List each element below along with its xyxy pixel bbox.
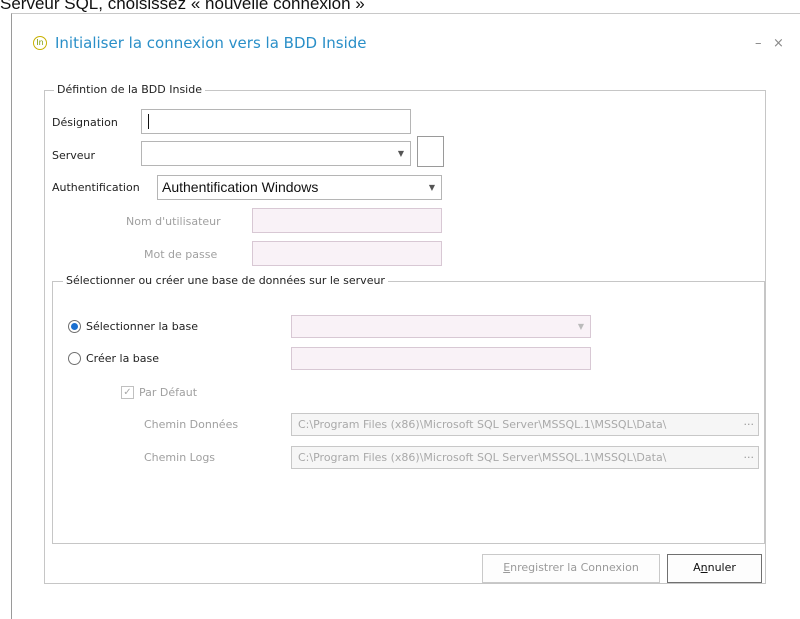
password-input[interactable] bbox=[252, 241, 442, 266]
user-label: Nom d'utilisateur bbox=[126, 215, 221, 228]
browse-logs-button[interactable]: ··· bbox=[744, 451, 755, 464]
auth-select[interactable]: Authentification Windows ▼ bbox=[157, 175, 442, 200]
cancel-label-end: nuler bbox=[707, 561, 736, 574]
minimize-button[interactable]: – bbox=[755, 36, 762, 51]
logs-path-value: C:\Program Files (x86)\Microsoft SQL Ser… bbox=[298, 451, 667, 464]
window-title: Initialiser la connexion vers la BDD Ins… bbox=[55, 34, 367, 52]
serveur-extra-button[interactable] bbox=[417, 136, 444, 167]
browse-data-button[interactable]: ··· bbox=[744, 418, 755, 431]
designation-input[interactable] bbox=[141, 109, 411, 134]
save-connection-button[interactable]: Enregistrer la Connexion bbox=[482, 554, 660, 583]
default-checkbox[interactable]: ✓ bbox=[121, 386, 134, 399]
auth-label: Authentification bbox=[52, 181, 140, 194]
text-caret bbox=[148, 114, 149, 129]
logs-path-label: Chemin Logs bbox=[144, 451, 216, 464]
select-base-label[interactable]: Sélectionner la base bbox=[86, 320, 198, 333]
default-label: Par Défaut bbox=[139, 386, 198, 399]
logs-path-input[interactable]: C:\Program Files (x86)\Microsoft SQL Ser… bbox=[291, 446, 759, 469]
select-base-dropdown[interactable]: ▼ bbox=[291, 315, 591, 338]
create-base-label[interactable]: Créer la base bbox=[86, 352, 159, 365]
data-path-value: C:\Program Files (x86)\Microsoft SQL Ser… bbox=[298, 418, 667, 431]
create-base-radio[interactable] bbox=[68, 352, 81, 365]
cancel-label-start: A bbox=[693, 561, 701, 574]
database-legend: Sélectionner ou créer une base de donnée… bbox=[63, 274, 388, 287]
save-label: nregistrer la Connexion bbox=[510, 561, 639, 574]
app-logo-icon: In bbox=[33, 36, 47, 50]
data-path-label: Chemin Données bbox=[144, 418, 239, 431]
auth-value: Authentification Windows bbox=[162, 179, 319, 195]
create-base-input[interactable] bbox=[291, 347, 591, 370]
page-caption: Serveur SQL, choisissez « nouvelle conne… bbox=[0, 0, 365, 13]
user-input[interactable] bbox=[252, 208, 442, 233]
chevron-down-icon: ▼ bbox=[428, 183, 435, 192]
cancel-button[interactable]: Annuler bbox=[667, 554, 762, 583]
close-button[interactable]: × bbox=[773, 36, 784, 51]
data-path-input[interactable]: C:\Program Files (x86)\Microsoft SQL Ser… bbox=[291, 413, 759, 436]
bdd-definition-legend: Défintion de la BDD Inside bbox=[54, 83, 205, 96]
designation-label: Désignation bbox=[52, 116, 118, 129]
serveur-select[interactable]: ▼ bbox=[141, 141, 411, 166]
chevron-down-icon: ▼ bbox=[397, 149, 404, 158]
chevron-down-icon: ▼ bbox=[577, 322, 584, 331]
password-label: Mot de passe bbox=[144, 248, 218, 261]
cancel-mnemonic: n bbox=[700, 561, 708, 574]
serveur-label: Serveur bbox=[52, 149, 96, 162]
select-base-radio[interactable] bbox=[68, 320, 81, 333]
